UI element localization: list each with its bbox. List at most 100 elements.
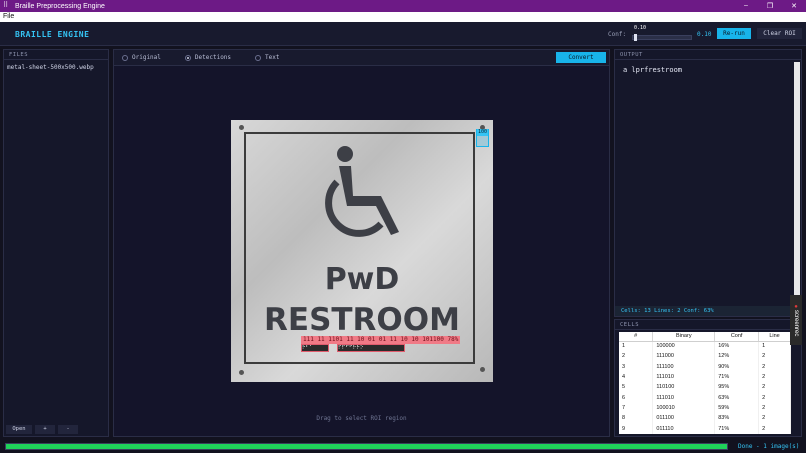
- table-row[interactable]: 1 100000 16% 1: [619, 341, 791, 352]
- table-header-row: # Binary Conf Line: [619, 332, 791, 342]
- table-cell: 90%: [714, 361, 760, 372]
- sign-restroom-text: RESTROOM: [264, 302, 460, 338]
- image-canvas[interactable]: PwD RESTROOM 111 11 1101 11 10 01 01 11 …: [114, 67, 609, 436]
- app-header: BRAILLE ENGINE Conf: 0.10 0.10 Re-run Cl…: [0, 22, 806, 46]
- file-item[interactable]: metal-sheet-500x500.webp: [4, 60, 108, 75]
- open-button[interactable]: Open: [6, 425, 32, 434]
- tab-text-label: Text: [265, 54, 280, 61]
- output-scrollbar[interactable]: [794, 62, 800, 302]
- sign-pwd-text: PwD: [324, 262, 400, 297]
- viewer-panel: Original Detections Text Convert PwD RES…: [113, 49, 610, 437]
- table-cell: 011100: [652, 413, 716, 424]
- cells-panel: CELLS # Binary Conf Line 1 100000 16% 1 2 111…: [614, 319, 802, 437]
- table-cell: 3: [619, 361, 654, 372]
- table-cell: 83%: [714, 413, 760, 424]
- col-index[interactable]: #: [619, 332, 654, 342]
- table-row[interactable]: 6 111010 63% 2: [619, 392, 791, 403]
- clear-roi-button[interactable]: Clear ROI: [757, 28, 802, 39]
- table-cell: 2: [758, 392, 791, 403]
- conf-value: 0.10: [697, 31, 712, 38]
- table-cell: 95%: [714, 382, 760, 393]
- table-row[interactable]: 2 111000 12% 2: [619, 351, 791, 362]
- table-row[interactable]: 7 100010 59% 2: [619, 402, 791, 414]
- status-text: Done - 1 image(s): [738, 443, 800, 450]
- tab-text[interactable]: Text: [255, 54, 279, 61]
- radio-text[interactable]: [255, 54, 262, 61]
- col-line[interactable]: Line: [758, 332, 791, 342]
- menu-bar: File: [0, 12, 806, 22]
- roi-hint: Drag to select ROI region: [316, 415, 407, 422]
- table-cell: 5: [619, 382, 654, 393]
- table-cell: 2: [758, 423, 791, 434]
- screenrec-watermark: ●screenrec: [790, 295, 802, 345]
- screw-icon: [239, 370, 244, 375]
- add-file-button[interactable]: +: [35, 425, 55, 434]
- minimize-button[interactable]: –: [734, 2, 758, 10]
- table-row[interactable]: 4 111010 71% 2: [619, 371, 791, 383]
- detection-box: ⠏⠏⠋⠋⠗⠗⠕: [337, 344, 405, 352]
- output-panel: OUTPUT a lprfrestroom Cells: 13 Lines: 2…: [614, 49, 802, 317]
- table-cell: 2: [619, 351, 654, 362]
- screw-icon: [480, 367, 485, 372]
- table-row[interactable]: 5 110100 95% 2: [619, 382, 791, 393]
- table-cell: 63%: [714, 392, 760, 403]
- cells-table: # Binary Conf Line 1 100000 16% 1 2 111000 12%…: [619, 332, 791, 434]
- title-bar: ⠿ Braille Preprocessing Engine – ❐ ✕: [0, 0, 806, 12]
- detection-boxes: ⠗⠃⠁ ⠏⠏⠋⠋⠗⠗⠕: [301, 344, 405, 352]
- table-cell: 1: [758, 341, 791, 352]
- table-cell: 71%: [714, 423, 760, 434]
- output-text[interactable]: a lprfrestroom: [615, 60, 801, 80]
- close-button[interactable]: ✕: [782, 2, 806, 10]
- maximize-button[interactable]: ❐: [758, 2, 782, 10]
- remove-file-button[interactable]: -: [58, 425, 78, 434]
- conf-label: Conf:: [608, 31, 627, 38]
- table-cell: 111000: [652, 351, 716, 362]
- convert-button[interactable]: Convert: [556, 52, 606, 63]
- screw-icon: [239, 125, 244, 130]
- radio-detections[interactable]: [184, 54, 191, 61]
- menu-file[interactable]: File: [3, 13, 14, 20]
- table-cell: 16%: [714, 341, 760, 352]
- output-heading: OUTPUT: [615, 50, 801, 60]
- table-cell: 9: [619, 423, 654, 434]
- table-cell: 100000: [652, 341, 716, 352]
- detection-label: 111 11 1101 11 10 01 01 11 10 10 101100 …: [301, 336, 461, 344]
- files-heading: FILES: [4, 50, 108, 60]
- table-cell: 011110: [652, 423, 716, 434]
- view-tabs: Original Detections Text Convert: [114, 50, 609, 66]
- table-cell: 2: [758, 351, 791, 362]
- table-cell: 110100: [652, 382, 716, 393]
- detection-box: ⠗⠃⠁: [301, 344, 329, 352]
- cells-table-body: 1 100000 16% 1 2 111000 12% 2 3 111100 90% 2 4 111010…: [619, 341, 791, 434]
- window-title: Braille Preprocessing Engine: [15, 2, 105, 10]
- rerun-button[interactable]: Re-run: [717, 28, 751, 39]
- sign-image: PwD RESTROOM 111 11 1101 11 10 01 01 11 …: [231, 120, 493, 382]
- confidence-slider[interactable]: 0.10: [632, 25, 692, 41]
- table-cell: 111100: [652, 361, 716, 372]
- tab-detections[interactable]: Detections: [184, 54, 231, 61]
- files-panel: FILES metal-sheet-500x500.webp Open + -: [3, 49, 109, 437]
- radio-original[interactable]: [122, 54, 128, 61]
- table-cell: 2: [758, 382, 791, 393]
- output-stats: Cells: 13 Lines: 2 Conf: 63%: [615, 306, 795, 316]
- table-cell: 2: [758, 371, 791, 383]
- app-icon: ⠿: [3, 2, 9, 9]
- table-cell: 2: [758, 361, 791, 372]
- status-bar: Done - 1 image(s): [0, 440, 806, 453]
- brand-title: BRAILLE ENGINE: [15, 30, 90, 39]
- col-binary[interactable]: Binary: [652, 332, 716, 342]
- table-cell: 59%: [714, 402, 760, 414]
- wheelchair-icon: [325, 146, 399, 237]
- table-cell: 6: [619, 392, 654, 403]
- table-row[interactable]: 3 111100 90% 2: [619, 361, 791, 372]
- table-cell: 12%: [714, 351, 760, 362]
- table-row[interactable]: 8 011100 83% 2: [619, 413, 791, 424]
- table-cell: 111010: [652, 371, 716, 383]
- table-cell: 7: [619, 402, 654, 414]
- col-conf[interactable]: Conf: [714, 332, 760, 342]
- tab-original[interactable]: Original: [122, 54, 161, 61]
- table-cell: 71%: [714, 371, 760, 383]
- slider-tick-value: 0.10: [634, 25, 647, 31]
- table-row[interactable]: 9 011110 71% 2: [619, 423, 791, 434]
- slider-handle[interactable]: [634, 34, 637, 41]
